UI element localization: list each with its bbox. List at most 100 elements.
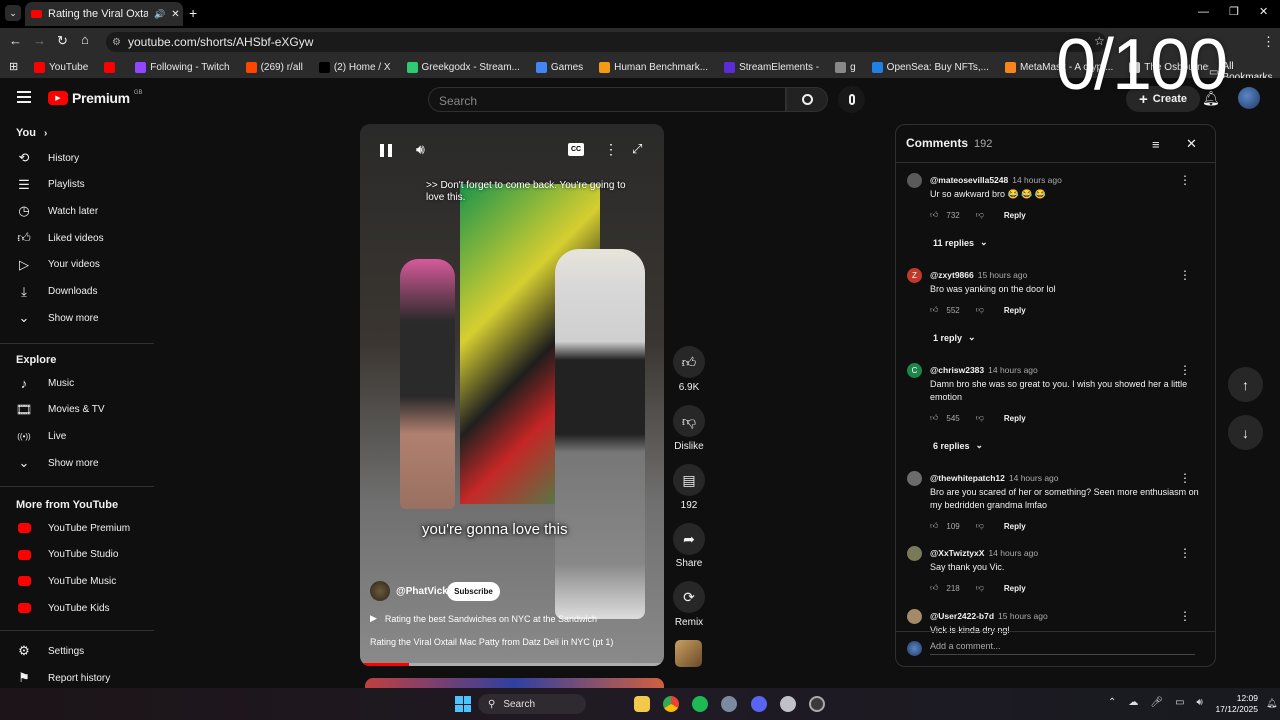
sidebar-item-watch-later[interactable]: ◷ Watch later xyxy=(16,200,98,222)
browser-tab[interactable]: Rating the Viral Oxtail Mac 🔊 ✕ xyxy=(25,2,183,26)
comment-avatar[interactable] xyxy=(907,471,922,486)
site-info-icon[interactable]: ⚙ xyxy=(112,37,121,48)
progress-track[interactable] xyxy=(360,663,664,666)
url-input[interactable]: ⚙ youtube.com/shorts/AHSbf-eXGyw ☆ xyxy=(106,32,1106,52)
sidebar-item-movies-tv[interactable]: 🎞︎ Movies & TV xyxy=(16,399,105,421)
dislike-button[interactable]: 👎︎ xyxy=(673,405,705,437)
close-window-icon[interactable]: ✕ xyxy=(1259,5,1268,18)
app-icon[interactable] xyxy=(809,696,825,712)
channel-name[interactable]: @PhatVick xyxy=(396,586,448,597)
sidebar-item-music[interactable]: ♪ Music xyxy=(16,372,74,394)
search-button[interactable] xyxy=(786,87,828,112)
sidebar-item-history[interactable]: ⟲ History xyxy=(16,147,80,169)
back-icon[interactable]: ← xyxy=(9,33,22,48)
chrome-icon[interactable] xyxy=(663,696,679,712)
comment-author[interactable]: @XxTwiztyxX 14 hours ago xyxy=(930,548,1038,558)
next-short-button[interactable]: ↓ xyxy=(1228,415,1263,450)
bookmark-item[interactable]: Following - Twitch xyxy=(135,61,230,73)
forward-icon[interactable]: → xyxy=(33,33,46,48)
taskbar-clock[interactable]: 12:09 17/12/2025 xyxy=(1206,693,1258,715)
bookmark-item[interactable]: Greekgodx - Stream... xyxy=(406,61,520,73)
bookmark-item[interactable]: (2) Home / X xyxy=(318,61,391,73)
replies-toggle[interactable]: 1 reply ⌄ xyxy=(933,332,976,343)
playlist-row[interactable]: ▶ Rating the best Sandwiches on NYC at t… xyxy=(370,613,597,624)
bookmark-item[interactable]: StreamElements - xyxy=(724,61,819,73)
bookmark-item[interactable]: OpenSea: Buy NFTs,... xyxy=(871,61,989,73)
captions-icon[interactable]: CC xyxy=(568,143,584,156)
comment-more-icon[interactable]: ⋮ xyxy=(1179,609,1191,623)
sound-thumbnail[interactable] xyxy=(675,640,702,667)
replies-toggle[interactable]: 11 replies ⌄ xyxy=(933,237,988,248)
settings-icon[interactable] xyxy=(721,696,737,712)
comment-author[interactable]: @mateosevilla5248 14 hours ago xyxy=(930,175,1062,185)
comment-author[interactable]: @thewhitepatch12 14 hours ago xyxy=(930,473,1059,483)
sidebar-item-playlists[interactable]: ☰ Playlists xyxy=(16,174,85,196)
taskbar-search[interactable]: ⚲ Search xyxy=(478,694,586,714)
comment-like-icon[interactable]: 👍︎ xyxy=(930,521,938,531)
replies-toggle[interactable]: 6 replies ⌄ xyxy=(933,440,983,451)
like-button[interactable]: 👍︎ xyxy=(673,346,705,378)
system-tray[interactable]: ⌃ ☁ 🎤︎ ▭ 🔊︎ xyxy=(1108,697,1203,708)
bookmark-item[interactable]: g xyxy=(835,61,856,73)
comment-dislike-icon[interactable]: 👎︎ xyxy=(976,305,984,315)
comment-like-icon[interactable]: 👍︎ xyxy=(930,305,938,315)
sidebar-item-show-more[interactable]: ⌄ Show more xyxy=(16,452,99,474)
comment-dislike-icon[interactable]: 👎︎ xyxy=(976,413,984,423)
share-button[interactable]: ➦ xyxy=(673,523,705,555)
bookmark-item[interactable] xyxy=(104,61,119,73)
sidebar-item-report-history[interactable]: ⚑ Report history xyxy=(16,667,110,689)
discord-icon[interactable] xyxy=(751,696,767,712)
remix-button[interactable]: ⟳ xyxy=(673,581,705,613)
you-heading[interactable]: You › xyxy=(16,127,47,139)
ccleaner-icon[interactable] xyxy=(780,696,796,712)
spotify-icon[interactable] xyxy=(692,696,708,712)
fullscreen-icon[interactable]: ⤢ xyxy=(632,141,642,157)
minimize-icon[interactable]: — xyxy=(1198,6,1209,18)
menu-dots-icon[interactable]: ⋮ xyxy=(1262,34,1275,50)
comment-like-icon[interactable]: 👍︎ xyxy=(930,210,938,220)
sort-icon[interactable]: ≡ xyxy=(1152,137,1160,152)
sidebar-item-downloads[interactable]: ⤓ Downloads xyxy=(16,281,97,303)
windows-start-icon[interactable] xyxy=(455,696,471,712)
sidebar-item-show-more[interactable]: ⌄ Show more xyxy=(16,307,99,329)
comment-more-icon[interactable]: ⋮ xyxy=(1179,471,1191,485)
comment-more-icon[interactable]: ⋮ xyxy=(1179,363,1191,377)
maximize-icon[interactable]: ❐ xyxy=(1229,5,1239,18)
voice-search-button[interactable] xyxy=(838,86,865,113)
home-icon[interactable]: ⌂ xyxy=(81,32,89,47)
comment-like-icon[interactable]: 👍︎ xyxy=(930,413,938,423)
bookmark-item[interactable]: Games xyxy=(535,61,583,73)
shorts-video-player[interactable]: 🔊︎ CC ⋮ ⤢ >> Don't forget to come back. … xyxy=(360,124,664,666)
sidebar-item-live[interactable]: ((•)) Live xyxy=(16,425,66,447)
comment-avatar[interactable] xyxy=(907,173,922,188)
previous-short-button[interactable]: ↑ xyxy=(1228,367,1263,402)
comment-avatar[interactable]: C xyxy=(907,363,922,378)
cloud-icon[interactable]: ☁ xyxy=(1128,697,1138,708)
account-avatar[interactable] xyxy=(1238,87,1260,109)
apps-grid-icon[interactable]: ⊞ xyxy=(9,60,18,73)
close-comments-icon[interactable]: ✕ xyxy=(1186,136,1197,152)
comments-button[interactable]: ▤ xyxy=(673,464,705,496)
comment-more-icon[interactable]: ⋮ xyxy=(1179,173,1191,187)
volume-icon[interactable]: 🔊︎ xyxy=(416,141,425,158)
speaker-tray-icon[interactable]: 🔊︎ xyxy=(1197,697,1203,708)
comment-author[interactable]: @chrisw2383 14 hours ago xyxy=(930,365,1038,375)
comment-dislike-icon[interactable]: 👎︎ xyxy=(976,210,984,220)
comment-more-icon[interactable]: ⋮ xyxy=(1179,546,1191,560)
mic-icon[interactable]: 🎤︎ xyxy=(1150,697,1163,708)
next-short-preview[interactable] xyxy=(365,678,664,688)
sidebar-item-youtube-music[interactable]: YouTube Music xyxy=(16,570,116,592)
youtube-logo[interactable]: ▶ Premium GB xyxy=(48,90,142,106)
sidebar-item-youtube-premium[interactable]: YouTube Premium xyxy=(16,517,130,539)
comment-reply-button[interactable]: Reply xyxy=(1004,584,1026,593)
new-tab-icon[interactable]: + xyxy=(189,5,197,21)
comment-avatar[interactable] xyxy=(907,609,922,624)
comment-reply-button[interactable]: Reply xyxy=(1004,306,1026,315)
comment-reply-button[interactable]: Reply xyxy=(1004,522,1026,531)
bookmark-item[interactable]: (269) r/all xyxy=(245,61,303,73)
display-icon[interactable]: ▭ xyxy=(1175,697,1184,708)
bookmark-item[interactable]: Human Benchmark... xyxy=(599,61,708,73)
comment-avatar[interactable]: Z xyxy=(907,268,922,283)
close-tab-icon[interactable]: ✕ xyxy=(171,9,179,20)
sidebar-item-settings[interactable]: ⚙ Settings xyxy=(16,640,84,662)
